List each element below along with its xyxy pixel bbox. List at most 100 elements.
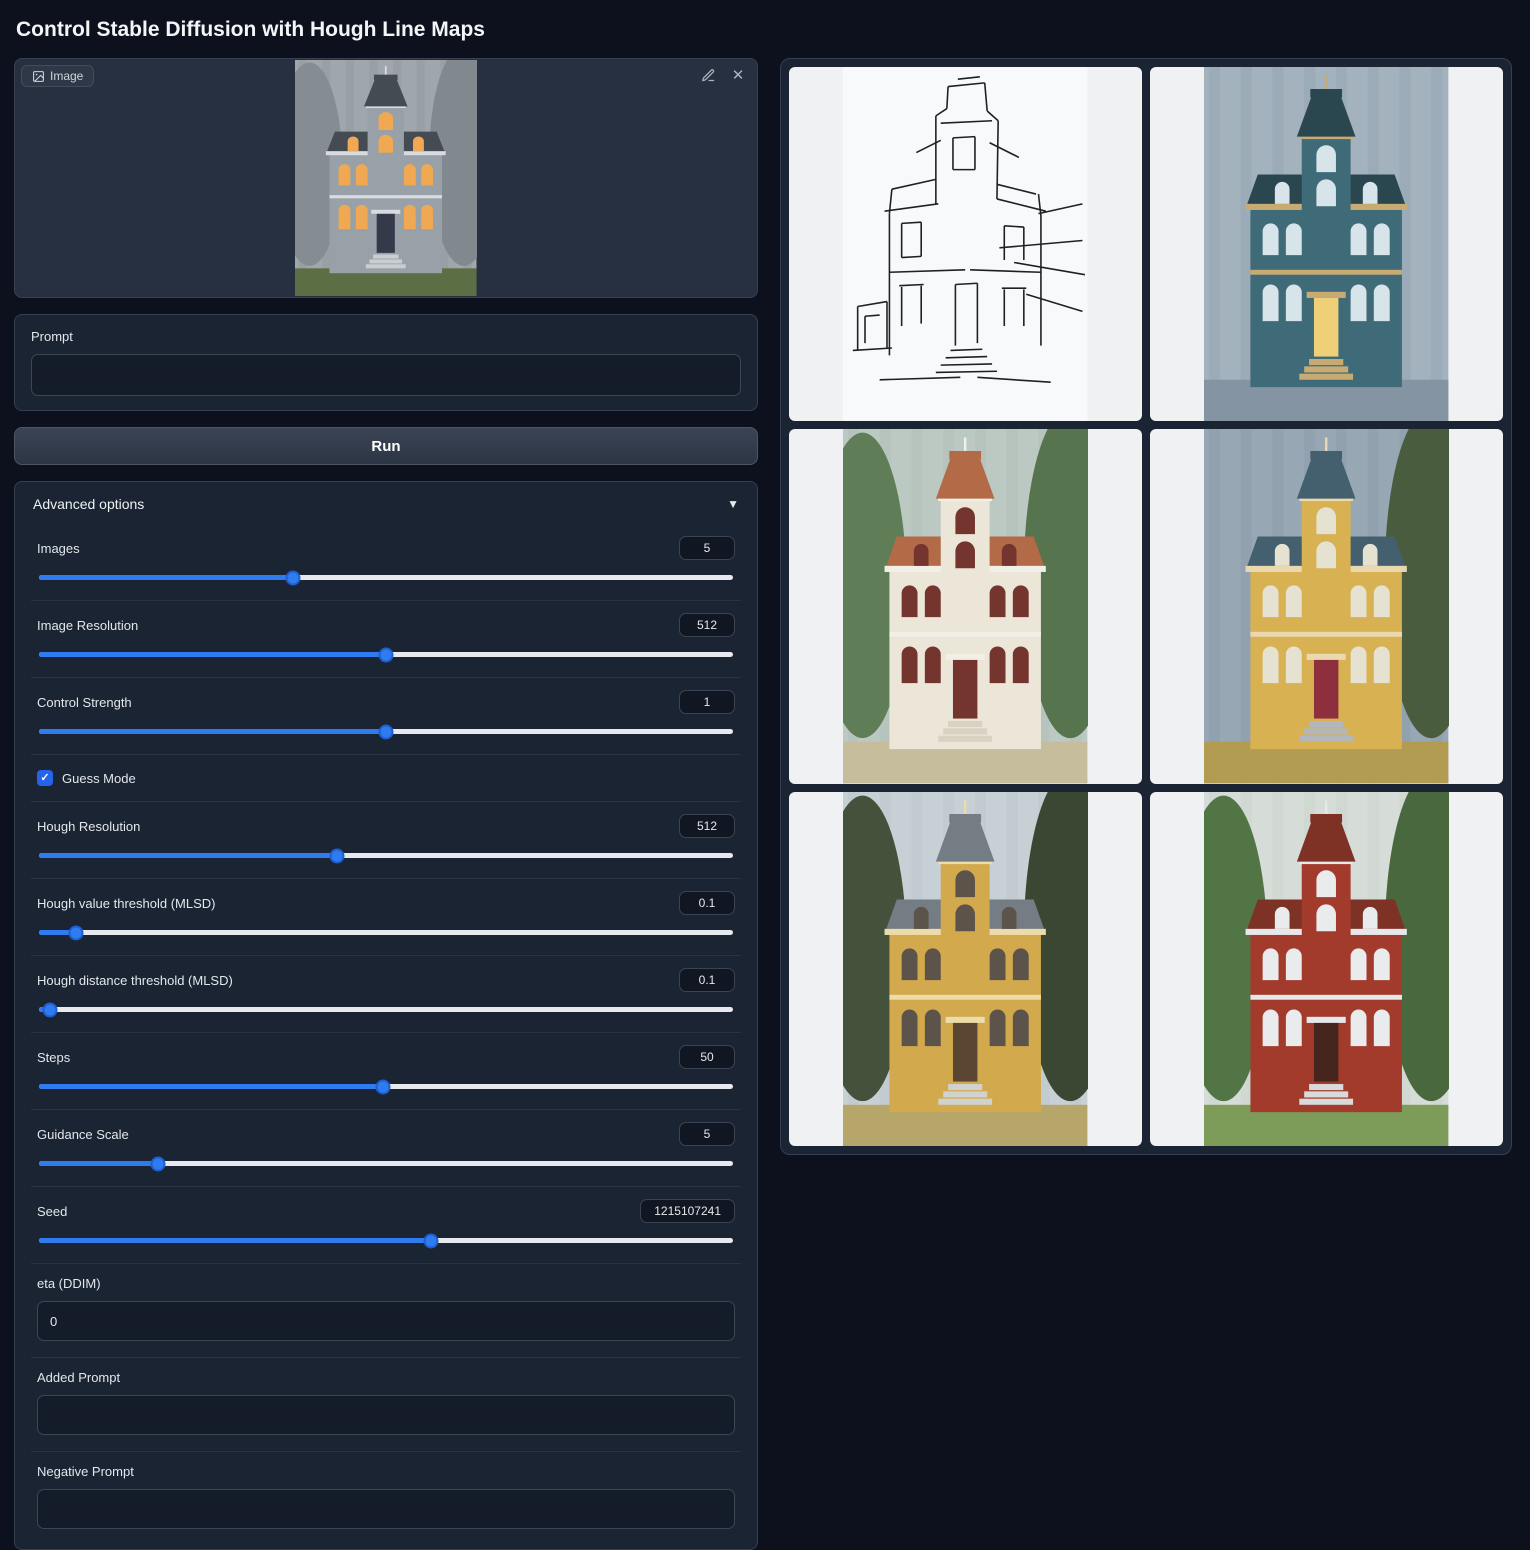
input-image-block[interactable]: Image ✕ <box>14 58 758 298</box>
slider-row-control-strength: Control Strength 1 <box>31 677 741 754</box>
slider-label: Hough distance threshold (MLSD) <box>37 973 233 988</box>
result-red-brick-victorian <box>1204 792 1448 1146</box>
slider-row-image-resolution: Image Resolution 512 <box>31 600 741 677</box>
slider-track[interactable] <box>39 652 733 657</box>
checkbox-label: Guess Mode <box>62 771 136 786</box>
slider-handle[interactable] <box>379 647 394 662</box>
gallery-item-result-teal-victorian[interactable] <box>1150 67 1503 421</box>
result-white-victorian <box>843 429 1087 783</box>
input-negative-prompt[interactable] <box>37 1489 735 1529</box>
edit-icon[interactable] <box>699 66 717 84</box>
slider-row-guidance-scale: Guidance Scale 5 <box>31 1109 741 1186</box>
image-icon <box>32 70 45 83</box>
slider-row-steps: Steps 50 <box>31 1032 741 1109</box>
slider-value-input[interactable]: 1 <box>679 690 735 714</box>
close-icon[interactable]: ✕ <box>729 66 747 84</box>
slider-handle[interactable] <box>43 1002 58 1017</box>
result-yellow-victorian <box>1204 429 1448 783</box>
result-gallery <box>780 58 1512 1155</box>
slider-label: Hough value threshold (MLSD) <box>37 896 215 911</box>
slider-value-input[interactable]: 0.1 <box>679 968 735 992</box>
left-column: Image ✕ Prompt Run Advanced options <box>14 58 758 1550</box>
prompt-label: Prompt <box>31 329 741 344</box>
slider-fill <box>39 1084 383 1089</box>
slider-label: Hough Resolution <box>37 819 140 834</box>
guess-mode-checkbox[interactable]: ✓ <box>37 770 53 786</box>
field-label: Negative Prompt <box>37 1464 735 1479</box>
input-eta-ddim[interactable] <box>37 1301 735 1341</box>
advanced-options-label: Advanced options <box>33 496 144 512</box>
input-row-added-prompt: Added Prompt <box>31 1357 741 1451</box>
slider-value-input[interactable]: 512 <box>679 814 735 838</box>
slider-fill <box>39 575 293 580</box>
page-title: Control Stable Diffusion with Hough Line… <box>16 18 1514 42</box>
slider-handle[interactable] <box>424 1233 439 1248</box>
advanced-options-header[interactable]: Advanced options ▼ <box>31 482 741 524</box>
advanced-options-panel: Advanced options ▼ Images 5 Image Resolu… <box>14 481 758 1550</box>
input-image-preview <box>295 60 477 296</box>
slider-track[interactable] <box>39 1161 733 1166</box>
slider-handle[interactable] <box>150 1156 165 1171</box>
slider-value-input[interactable]: 50 <box>679 1045 735 1069</box>
run-button[interactable]: Run <box>14 427 758 465</box>
checkbox-row-guess-mode: ✓ Guess Mode <box>31 754 741 801</box>
slider-handle[interactable] <box>286 570 301 585</box>
slider-row-seed: Seed 1215107241 <box>31 1186 741 1263</box>
image-tools: ✕ <box>699 66 747 84</box>
slider-label: Seed <box>37 1204 67 1219</box>
image-block-label: Image <box>21 65 94 87</box>
slider-row-hough-distance-threshold-mlsd: Hough distance threshold (MLSD) 0.1 <box>31 955 741 1032</box>
slider-value-input[interactable]: 1215107241 <box>640 1199 735 1223</box>
field-label: Added Prompt <box>37 1370 735 1385</box>
chevron-down-icon: ▼ <box>727 497 739 511</box>
slider-label: Steps <box>37 1050 70 1065</box>
slider-handle[interactable] <box>68 925 83 940</box>
input-added-prompt[interactable] <box>37 1395 735 1435</box>
slider-value-input[interactable]: 0.1 <box>679 891 735 915</box>
check-icon: ✓ <box>40 773 49 784</box>
slider-track[interactable] <box>39 853 733 858</box>
slider-value-input[interactable]: 512 <box>679 613 735 637</box>
main-layout: Image ✕ Prompt Run Advanced options <box>14 58 1514 1550</box>
slider-label: Image Resolution <box>37 618 138 633</box>
slider-value-input[interactable]: 5 <box>679 1122 735 1146</box>
slider-label: Guidance Scale <box>37 1127 129 1142</box>
slider-handle[interactable] <box>330 848 345 863</box>
right-column <box>780 58 1512 1155</box>
result-teal-victorian <box>1204 67 1448 421</box>
slider-track[interactable] <box>39 1007 733 1012</box>
slider-track[interactable] <box>39 1084 733 1089</box>
slider-handle[interactable] <box>376 1079 391 1094</box>
slider-handle[interactable] <box>379 724 394 739</box>
gallery-item-result-yellow-victorian[interactable] <box>1150 429 1503 783</box>
app-page: Control Stable Diffusion with Hough Line… <box>0 0 1530 1550</box>
slider-label: Images <box>37 541 80 556</box>
slider-fill <box>39 729 386 734</box>
slider-row-hough-resolution: Hough Resolution 512 <box>31 801 741 878</box>
slider-value-input[interactable]: 5 <box>679 536 735 560</box>
slider-fill <box>39 1161 158 1166</box>
gallery-item-hough-line-map[interactable] <box>789 67 1142 421</box>
advanced-options-body: Images 5 Image Resolution 512 Control St… <box>31 524 741 1545</box>
prompt-input[interactable] <box>31 354 741 396</box>
input-row-eta-ddim: eta (DDIM) <box>31 1263 741 1357</box>
gallery-item-result-red-brick-victorian[interactable] <box>1150 792 1503 1146</box>
slider-fill <box>39 1238 431 1243</box>
field-label: eta (DDIM) <box>37 1276 735 1291</box>
slider-track[interactable] <box>39 930 733 935</box>
slider-fill <box>39 853 337 858</box>
slider-track[interactable] <box>39 1238 733 1243</box>
prompt-panel: Prompt <box>14 314 758 411</box>
result-golden-victorian <box>843 792 1087 1146</box>
hough-line-map <box>843 67 1087 421</box>
slider-row-hough-value-threshold-mlsd: Hough value threshold (MLSD) 0.1 <box>31 878 741 955</box>
slider-label: Control Strength <box>37 695 132 710</box>
gallery-item-result-white-victorian[interactable] <box>789 429 1142 783</box>
input-row-negative-prompt: Negative Prompt <box>31 1451 741 1545</box>
slider-track[interactable] <box>39 729 733 734</box>
slider-track[interactable] <box>39 575 733 580</box>
slider-fill <box>39 652 386 657</box>
gallery-item-result-golden-victorian[interactable] <box>789 792 1142 1146</box>
slider-row-images: Images 5 <box>31 524 741 600</box>
image-block-label-text: Image <box>50 69 83 83</box>
